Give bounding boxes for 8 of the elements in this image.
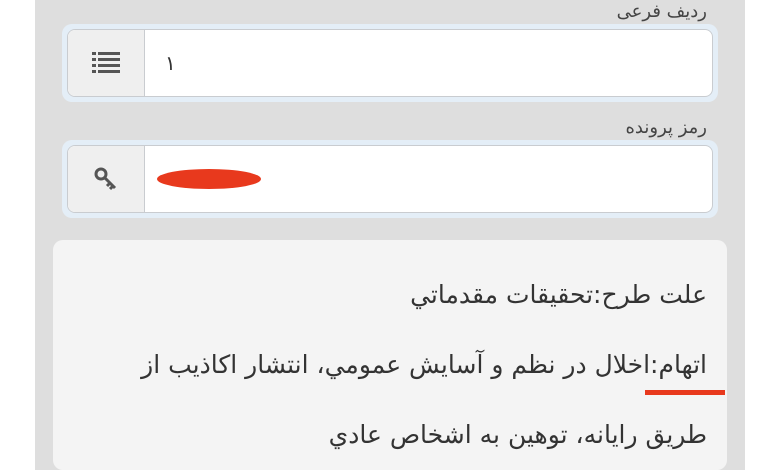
detail-text: اتهام:اخلال در نظم و آسايش عمومي، انتشار اكاذيب از طريق رايانه، توهين به اشخاص عادي <box>139 348 707 452</box>
input-field[interactable] <box>67 145 713 213</box>
field-label: رمز پرونده <box>624 116 708 140</box>
input-field[interactable]: ۱ <box>67 29 713 97</box>
list-icon <box>92 51 120 75</box>
field-label: ردیف فرعی <box>616 0 708 24</box>
detail-text: علت طرح:تحقيقات مقدماتي <box>409 279 707 312</box>
key-icon <box>93 166 119 192</box>
